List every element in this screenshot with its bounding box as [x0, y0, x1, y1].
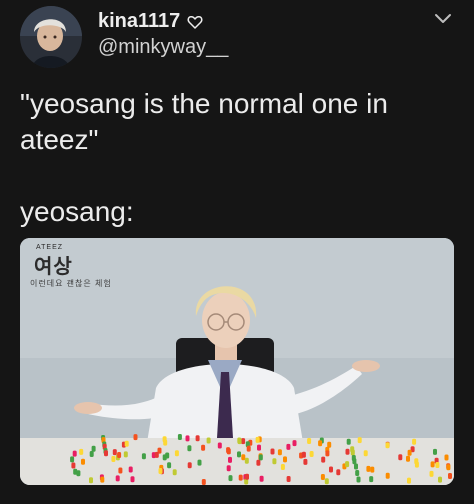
display-name[interactable]: kina1117 — [98, 10, 180, 33]
display-name-row[interactable]: kina1117 — [98, 10, 204, 33]
tweet-media-image[interactable]: ATEEZ 여상 이런데요 괜찮은 체험 — [20, 238, 454, 485]
tweet-card: kina1117 @minkyway__ "yeosang is the nor… — [0, 0, 474, 504]
chevron-down-icon[interactable] — [434, 12, 452, 26]
heart-outline-icon — [186, 13, 204, 31]
show-caption: 이런데요 괜찮은 체험 — [30, 279, 112, 288]
user-handle[interactable]: @minkyway__ — [98, 36, 228, 59]
show-logo: ATEEZ 여상 — [34, 244, 73, 279]
tweet-text: "yeosang is the normal one in ateez" yeo… — [20, 88, 388, 227]
show-logo-text: 여상 — [34, 256, 73, 278]
show-logo-small: ATEEZ — [36, 244, 64, 251]
avatar[interactable] — [20, 6, 82, 68]
